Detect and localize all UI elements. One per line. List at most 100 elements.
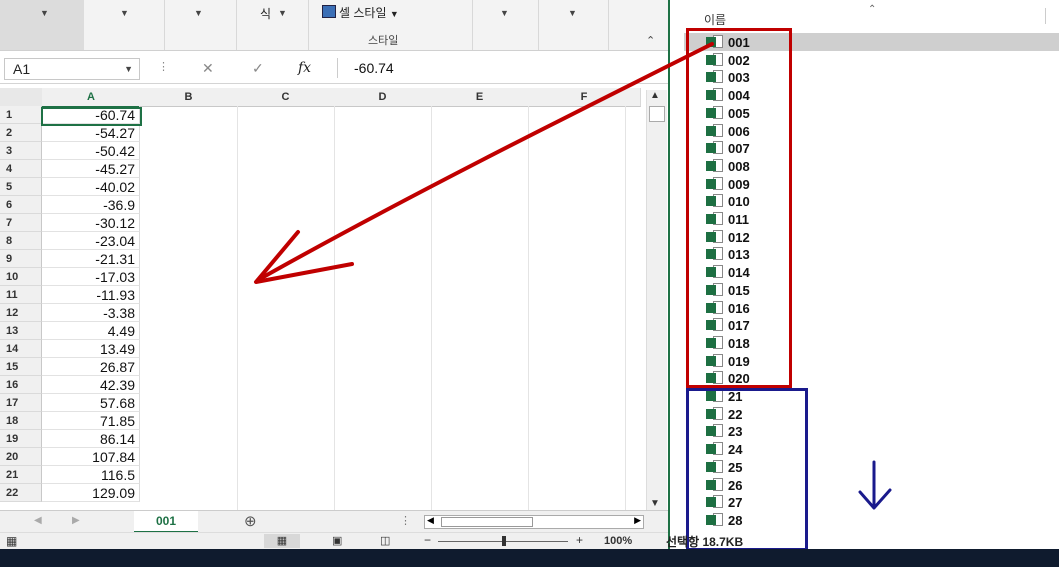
cell-a[interactable]: -30.12 — [42, 214, 140, 232]
row-number[interactable]: 8 — [0, 232, 42, 250]
selected-cell-a1[interactable] — [41, 107, 142, 126]
row-number[interactable]: 12 — [0, 304, 42, 322]
cell-a[interactable]: 129.09 — [42, 484, 140, 502]
cell-a[interactable]: 13.49 — [42, 340, 140, 358]
cell-a[interactable]: 57.68 — [42, 394, 140, 412]
table-row: 9 -21.31 — [0, 250, 640, 268]
cell-a[interactable]: 71.85 — [42, 412, 140, 430]
scroll-left-icon[interactable]: ◀ — [427, 515, 434, 526]
row-number[interactable]: 4 — [0, 160, 42, 178]
row-number[interactable]: 15 — [0, 358, 42, 376]
cell-styles-label: 셀 스타일 — [339, 6, 387, 20]
cell-a[interactable]: -21.31 — [42, 250, 140, 268]
cell-a[interactable]: -3.38 — [42, 304, 140, 322]
row-number[interactable]: 22 — [0, 484, 42, 502]
ribbon-group-cells[interactable]: ▼ — [472, 0, 539, 50]
table-row: 11 -11.93 — [0, 286, 640, 304]
row-number[interactable]: 11 — [0, 286, 42, 304]
row-number[interactable]: 13 — [0, 322, 42, 340]
row-number[interactable]: 9 — [0, 250, 42, 268]
column-header-a[interactable]: A — [42, 88, 141, 108]
table-row: 3 -50.42 — [0, 142, 640, 160]
zoom-slider-thumb[interactable] — [502, 536, 506, 546]
scroll-up-icon[interactable]: ▲ — [650, 90, 660, 101]
ribbon-group-2[interactable]: ▼ — [164, 0, 237, 50]
sort-arrow-icon: ⌃ — [868, 4, 877, 15]
cell-a[interactable]: 42.39 — [42, 376, 140, 394]
sheet-tab-bar: ◀ ▶ 001 ⊕ ⋮ ◀ ▶ — [0, 510, 668, 533]
row-number[interactable]: 21 — [0, 466, 42, 484]
chevron-down-icon[interactable]: ▼ — [124, 64, 133, 74]
select-all-corner[interactable] — [0, 88, 43, 107]
row-number[interactable]: 14 — [0, 340, 42, 358]
ribbon-group-1[interactable]: ▼ — [84, 0, 165, 50]
zoom-in-icon[interactable]: + — [576, 533, 583, 547]
column-header-b[interactable]: B — [140, 88, 238, 107]
worksheet-grid[interactable]: 1 -60.74 2 -54.27 3 -50.42 4 -45.27 5 -40.02 6 -36.… — [0, 106, 640, 510]
page-layout-icon[interactable]: ▣ — [332, 534, 342, 547]
cell-a[interactable]: 107.84 — [42, 448, 140, 466]
cell-a[interactable]: 4.49 — [42, 322, 140, 340]
cell-styles-button[interactable]: 셀 스타일 ▼ — [322, 4, 399, 21]
row-number[interactable]: 18 — [0, 412, 42, 430]
zoom-out-icon[interactable]: − — [424, 533, 431, 547]
cell-a[interactable]: -40.02 — [42, 178, 140, 196]
column-header-c[interactable]: C — [237, 88, 335, 107]
row-number[interactable]: 10 — [0, 268, 42, 286]
macro-icon[interactable]: ▦ — [6, 534, 17, 548]
formula-input[interactable]: -60.74 — [337, 58, 663, 78]
cell-a[interactable]: -11.93 — [42, 286, 140, 304]
cell-a[interactable]: -23.04 — [42, 232, 140, 250]
collapse-ribbon-icon[interactable]: ⌃ — [646, 34, 655, 47]
status-bar: ▦ ▦ ▣ ◫ − + 100% — [0, 532, 668, 549]
zoom-level[interactable]: 100% — [604, 535, 632, 547]
ribbon-group-format[interactable]: 식 ▼ — [236, 0, 309, 50]
cell-a[interactable]: 86.14 — [42, 430, 140, 448]
row-number[interactable]: 1 — [0, 106, 42, 124]
row-number[interactable]: 17 — [0, 394, 42, 412]
scroll-right-icon[interactable]: ▶ — [634, 515, 641, 526]
row-number[interactable]: 3 — [0, 142, 42, 160]
row-number[interactable]: 2 — [0, 124, 42, 142]
row-number[interactable]: 16 — [0, 376, 42, 394]
cell-a[interactable]: -17.03 — [42, 268, 140, 286]
row-number[interactable]: 6 — [0, 196, 42, 214]
column-header-f[interactable]: F — [528, 88, 641, 107]
prev-sheet-icon[interactable]: ◀ — [34, 515, 42, 526]
cell-a[interactable]: 26.87 — [42, 358, 140, 376]
styles-group: 셀 스타일 ▼ 스타일 — [308, 0, 473, 50]
cancel-icon[interactable]: ✕ — [202, 60, 214, 77]
add-sheet-icon[interactable]: ⊕ — [244, 512, 257, 530]
row-number[interactable]: 20 — [0, 448, 42, 466]
cell-a[interactable]: -36.9 — [42, 196, 140, 214]
column-header-d[interactable]: D — [334, 88, 432, 107]
formula-value: -60.74 — [354, 60, 394, 76]
vertical-scrollbar[interactable]: ▲ ▼ — [646, 90, 667, 510]
scroll-thumb[interactable] — [649, 106, 665, 122]
enter-icon[interactable]: ✓ — [252, 60, 264, 77]
insert-function-icon[interactable]: fx — [298, 60, 311, 76]
scroll-thumb[interactable] — [441, 517, 533, 527]
next-sheet-icon[interactable]: ▶ — [72, 515, 80, 526]
row-number[interactable]: 5 — [0, 178, 42, 196]
ribbon: ▼ ▼ ▼ 식 ▼ 셀 스타일 ▼ 스타일 ▼ ▼ ⌃ — [0, 0, 668, 51]
column-header-e[interactable]: E — [431, 88, 529, 107]
cell-a[interactable]: -45.27 — [42, 160, 140, 178]
ribbon-group-editing[interactable]: ▼ — [538, 0, 609, 50]
name-column-header[interactable]: 이름 — [704, 11, 726, 28]
row-number[interactable]: 19 — [0, 430, 42, 448]
red-annotation-box — [686, 28, 792, 388]
scroll-down-icon[interactable]: ▼ — [650, 498, 660, 509]
horizontal-scrollbar[interactable]: ◀ ▶ — [424, 515, 644, 529]
name-box[interactable]: A1 ▼ — [4, 58, 140, 80]
normal-view-icon[interactable]: ▦ — [264, 534, 300, 548]
ribbon-dark-group[interactable]: ▼ — [0, 0, 84, 50]
cell-a[interactable]: -54.27 — [42, 124, 140, 142]
excel-window: ▼ ▼ ▼ 식 ▼ 셀 스타일 ▼ 스타일 ▼ ▼ ⌃ A1 ▼ ⋮ ✕ ✓ f… — [0, 0, 670, 549]
sheet-tab-001[interactable]: 001 — [134, 511, 198, 533]
more-icon: ⋮ — [400, 515, 411, 527]
cell-a[interactable]: 116.5 — [42, 466, 140, 484]
row-number[interactable]: 7 — [0, 214, 42, 232]
cell-a[interactable]: -50.42 — [42, 142, 140, 160]
page-break-icon[interactable]: ◫ — [380, 534, 390, 547]
